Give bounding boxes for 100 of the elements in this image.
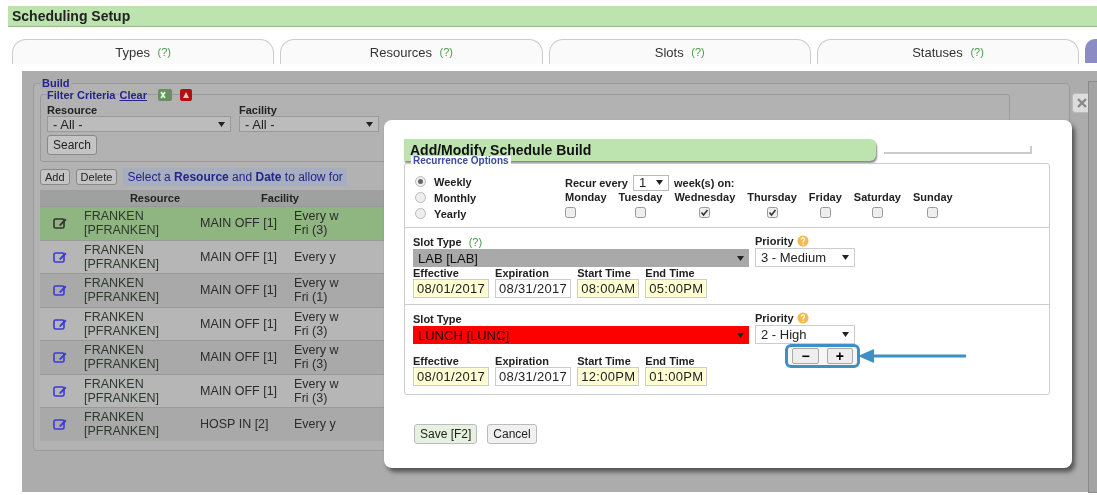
page-title: Scheduling Setup	[8, 6, 1097, 27]
checkbox[interactable]	[766, 207, 778, 218]
caret-icon	[737, 332, 744, 338]
time-field[interactable]: 01:00PM	[645, 367, 708, 386]
field-label: Facility	[239, 104, 278, 116]
field-label: Start Time	[577, 267, 632, 279]
time-field[interactable]: 08:00AM	[577, 279, 640, 298]
tab[interactable]	[1085, 39, 1097, 63]
table-cell-text: Every w	[294, 276, 340, 291]
slot-type-select[interactable]: LAB [LAB]	[413, 249, 749, 267]
filter-legend: Filter Criteria	[47, 89, 116, 101]
table-cell-text: Fri (1)	[294, 290, 329, 305]
select-field[interactable]: - All -	[239, 116, 379, 132]
radio-label: Yearly	[434, 207, 467, 220]
field-label: Priority	[755, 235, 794, 247]
caret-icon	[218, 121, 225, 127]
table-cell-text: FRANKEN [PFRANKEN]	[83, 376, 160, 405]
time-field[interactable]: 12:00PM	[577, 367, 640, 386]
field-label: Effective	[413, 355, 460, 367]
clear-link[interactable]: Clear	[119, 89, 147, 101]
table-cell-text: FRANKEN [PFRANKEN]	[83, 410, 160, 439]
table-cell-text: Every w	[294, 376, 340, 391]
help-icon	[796, 312, 809, 324]
date-field[interactable]: 08/01/2017	[413, 279, 490, 298]
help-link[interactable]: (?)	[468, 236, 483, 248]
radio-button[interactable]	[415, 176, 426, 187]
tab[interactable]: Types (?)	[12, 39, 275, 64]
hint-text: Select a Resource and Date to allow for	[123, 168, 347, 186]
date-field[interactable]: 08/01/2017	[413, 367, 490, 386]
edit-icon	[53, 250, 67, 263]
help-icon	[796, 235, 809, 247]
tab[interactable]: Resources (?)	[280, 39, 543, 64]
slot-type-select[interactable]: LUNCH [LUNC]	[413, 326, 749, 344]
table-cell-text: MAIN OFF [1]	[199, 283, 279, 298]
section-legend: Recurrence Options	[411, 156, 511, 166]
checkbox[interactable]	[699, 207, 711, 218]
table-cell-text: FRANKEN [PFRANKEN]	[83, 242, 160, 271]
field-label: Priority	[755, 312, 794, 324]
tab[interactable]: Statuses (?)	[816, 39, 1080, 64]
table-cell-text: Every y	[294, 417, 337, 432]
search-button[interactable]: Search	[47, 135, 98, 155]
table-cell-text: MAIN OFF [1]	[199, 350, 279, 365]
radio-label: Weekly	[434, 175, 472, 188]
field-label: Slot Type	[413, 313, 462, 325]
checkbox[interactable]	[871, 207, 883, 218]
caret-icon	[842, 255, 849, 260]
day-label: Sunday	[912, 191, 953, 203]
checkbox[interactable]	[565, 207, 576, 218]
priority-select[interactable]: 2 - High	[755, 325, 855, 344]
spreadsheet-icon	[157, 88, 173, 102]
cancel-button[interactable]: Cancel	[487, 424, 537, 444]
table-cell-text: FRANKEN [PFRANKEN]	[83, 309, 160, 338]
edit-icon	[53, 217, 67, 230]
field-label: End Time	[645, 267, 696, 279]
priority-select[interactable]: 3 - Medium	[755, 248, 855, 267]
table-cell-text: FRANKEN [PFRANKEN]	[83, 209, 160, 238]
select-field[interactable]: - All -	[47, 116, 231, 132]
step-button[interactable]: −	[792, 348, 819, 364]
table-cell-text: FRANKEN [PFRANKEN]	[83, 343, 160, 372]
field-label: Expiration	[495, 267, 550, 279]
toolbar-button[interactable]: Delete	[75, 169, 118, 185]
table-cell-text: MAIN OFF [1]	[199, 216, 279, 231]
checkbox[interactable]	[819, 207, 831, 218]
tab[interactable]: Slots (?)	[548, 39, 811, 64]
table-cell-text: MAIN OFF [1]	[199, 383, 279, 398]
field-label: Expiration	[495, 355, 550, 367]
time-field[interactable]: 05:00PM	[645, 279, 708, 298]
table-cell-text: Fri (3)	[294, 390, 329, 405]
interval-select[interactable]: 1	[633, 174, 669, 191]
column-header: Facility	[260, 192, 300, 204]
field-label: Recur every	[565, 176, 628, 189]
caret-icon	[737, 255, 744, 261]
checkbox[interactable]	[927, 207, 939, 218]
radio-button[interactable]	[415, 208, 426, 219]
column-header: Resource	[128, 192, 182, 204]
table-cell-text: Fri (3)	[294, 323, 329, 338]
step-button[interactable]: +	[826, 348, 853, 364]
date-field[interactable]: 08/31/2017	[495, 279, 572, 298]
table-cell-text: Every w	[294, 343, 340, 358]
field-label: Resource	[47, 104, 99, 116]
document-icon	[179, 88, 193, 102]
edit-icon	[53, 418, 67, 431]
toolbar-button[interactable]: Add	[40, 169, 70, 185]
save-button[interactable]: Save [F2]	[414, 424, 478, 444]
field-label: End Time	[645, 355, 696, 367]
caret-icon	[366, 121, 373, 127]
section-legend: Build	[40, 77, 72, 89]
edit-icon	[53, 317, 67, 330]
table-cell-text: Every w	[294, 209, 340, 224]
table-cell-text: Fri (3)	[294, 357, 329, 372]
table-cell-text: Fri (3)	[294, 223, 329, 238]
table-cell-text: MAIN OFF [1]	[199, 316, 279, 331]
table-cell-text: HOSP IN [2]	[199, 417, 270, 432]
radio-label: Monthly	[434, 191, 477, 204]
checkbox[interactable]	[634, 207, 646, 218]
day-label: Wednesday	[674, 191, 736, 203]
caret-icon	[656, 180, 663, 185]
field-label: week(s) on:	[674, 176, 735, 189]
date-field[interactable]: 08/31/2017	[495, 367, 572, 386]
radio-button[interactable]	[415, 192, 426, 203]
